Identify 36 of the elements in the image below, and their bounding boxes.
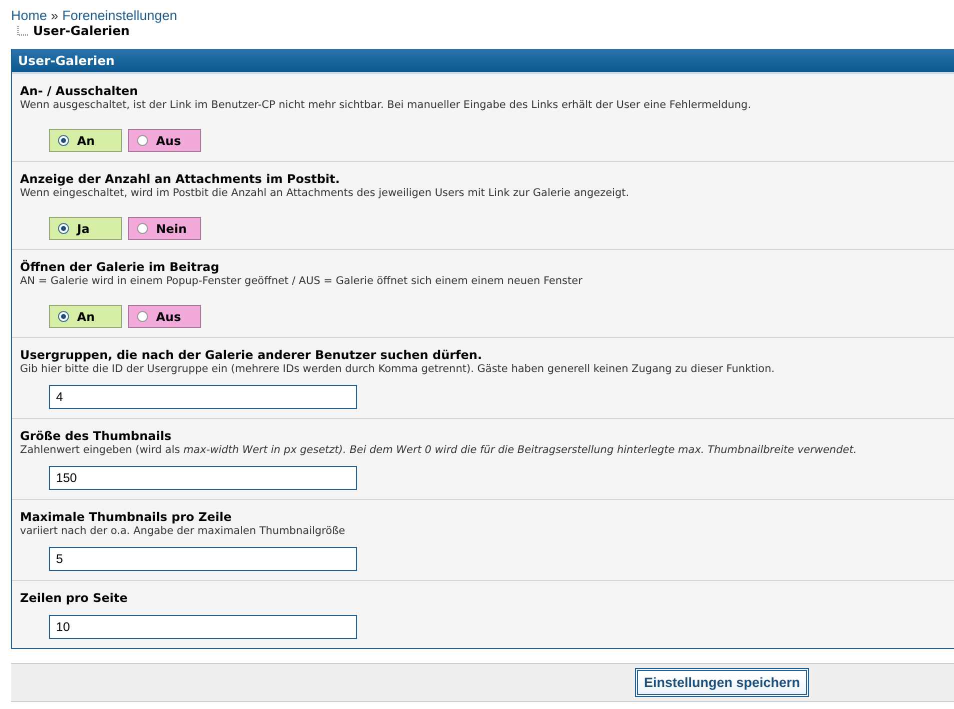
- setting-title: Öffnen der Galerie im Beitrag: [20, 260, 220, 274]
- setting-title: Usergruppen, die nach der Galerie anderer Benutzer suchen dürfen.: [20, 348, 484, 362]
- radio-button[interactable]: [58, 311, 69, 322]
- tree-connector-icon: [17, 26, 29, 36]
- radio-button[interactable]: [137, 135, 148, 146]
- radio-option[interactable]: Aus: [128, 305, 201, 328]
- panel-header: User-Galerien: [12, 49, 954, 74]
- radio-option[interactable]: An: [49, 129, 122, 152]
- radio-button[interactable]: [58, 223, 69, 234]
- current-page-title: User-Galerien: [33, 23, 130, 38]
- setting-title: Größe des Thumbnails: [20, 429, 172, 443]
- radio-option[interactable]: Ja: [49, 217, 122, 240]
- setting-description: Wenn ausgeschaltet, ist der Link im Benutzer-CP nicht mehr sichtbar. Bei manueller Eingabe des Links erhält der User eine Fehlermeldung.: [20, 99, 752, 111]
- setting-description: Zahlenwert eingeben (wird als max-width Wert in px gesetzt). Bei dem Wert 0 wird die für die Beitragserstellung hinterlegte max. Thumbnailbreite verwendet.: [20, 444, 858, 456]
- radio-button[interactable]: [137, 223, 148, 234]
- setting-title: Zeilen pro Seite: [20, 591, 129, 605]
- radio-button[interactable]: [137, 311, 148, 322]
- setting-description: Wenn eingeschaltet, wird im Postbit die Anzahl an Attachments des jeweiligen Users mit Link zur Galerie angezeigt.: [20, 187, 630, 199]
- radio-button[interactable]: [58, 135, 69, 146]
- breadcrumb-separator: »: [51, 8, 58, 23]
- radio-option[interactable]: Aus: [128, 129, 201, 152]
- input-field[interactable]: 5: [49, 547, 357, 571]
- setting-title: An- / Ausschalten: [20, 84, 139, 98]
- save-button[interactable]: Einstellungen speichern: [635, 668, 810, 697]
- input-field[interactable]: 10: [49, 615, 357, 639]
- setting-description: Gib hier bitte die ID der Usergruppe ein (mehrere IDs werden durch Komma getrennt). Gäste haben generell keinen Zugang zu dieser Funktion.: [20, 363, 776, 375]
- input-field[interactable]: 150: [49, 466, 357, 490]
- setting-description: AN = Galerie wird in einem Popup-Fenster geöffnet / AUS = Galerie öffnet sich einem einem neuen Fenster: [20, 275, 584, 287]
- setting-title: Anzeige der Anzahl an Attachments im Postbit.: [20, 172, 341, 186]
- setting-description: variiert nach der o.a. Angabe der maximalen Thumbnailgröße: [20, 525, 346, 537]
- radio-option[interactable]: Nein: [128, 217, 201, 240]
- breadcrumb-link[interactable]: Foreneinstellungen: [62, 8, 178, 23]
- setting-title: Maximale Thumbnails pro Zeile: [20, 510, 233, 524]
- input-field[interactable]: 4: [49, 385, 357, 409]
- breadcrumb-link[interactable]: Home: [11, 8, 48, 23]
- radio-option[interactable]: An: [49, 305, 122, 328]
